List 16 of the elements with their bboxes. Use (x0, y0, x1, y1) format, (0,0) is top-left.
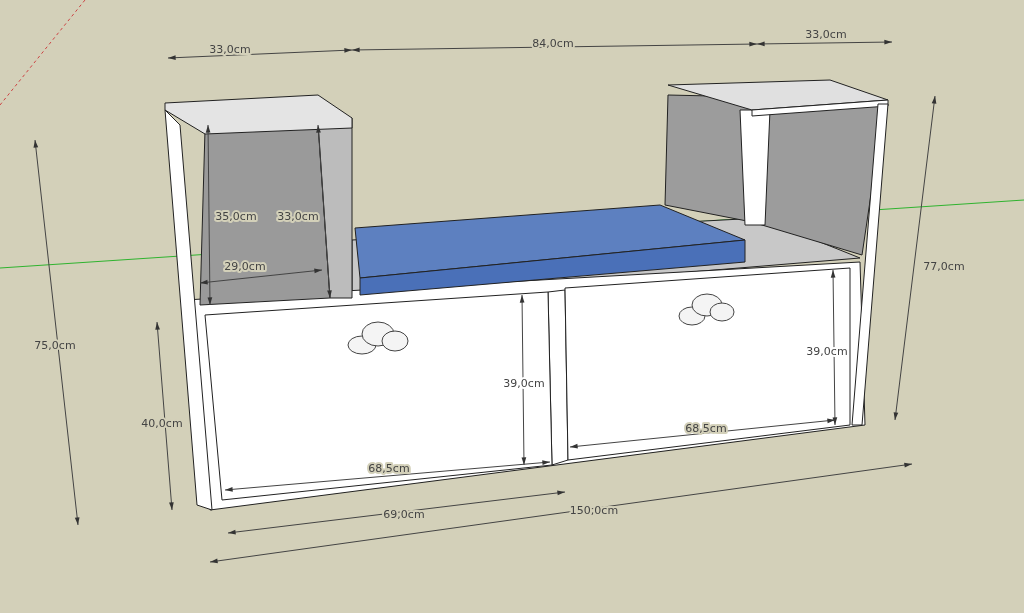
dimension-label: 35,0cm (215, 210, 257, 223)
dimension-label: 150,0cm (569, 504, 619, 517)
dimension-label: 75,0cm (34, 339, 76, 352)
dimension-label: 29,0cm (224, 260, 266, 273)
dimension-label: 33,0cm (277, 210, 319, 223)
dimension-label: 69,0cm (383, 508, 425, 521)
dimension-label: 39,0cm (503, 377, 545, 390)
dimension-label: 33,0cm (209, 43, 251, 56)
dimension-label: 68,5cm (685, 422, 727, 435)
dimension-label: 77,0cm (923, 260, 965, 273)
dimension-label: 40,0cm (141, 417, 183, 430)
dimension-label: 33,0cm (805, 28, 847, 41)
dimension-label: 39,0cm (806, 345, 848, 358)
dimension-label: 84,0cm (532, 37, 574, 50)
dimension-label: 68,5cm (368, 462, 410, 475)
model-viewport[interactable]: 33,0cm 84,0cm 33,0cm 75,0cm 35,0cm 33,0cm 29,0cm 40,0cm 39,0cm 68,5cm 69,0cm 150,0cm 39,0cm 68,5cm 77,0cm (0, 0, 1024, 613)
